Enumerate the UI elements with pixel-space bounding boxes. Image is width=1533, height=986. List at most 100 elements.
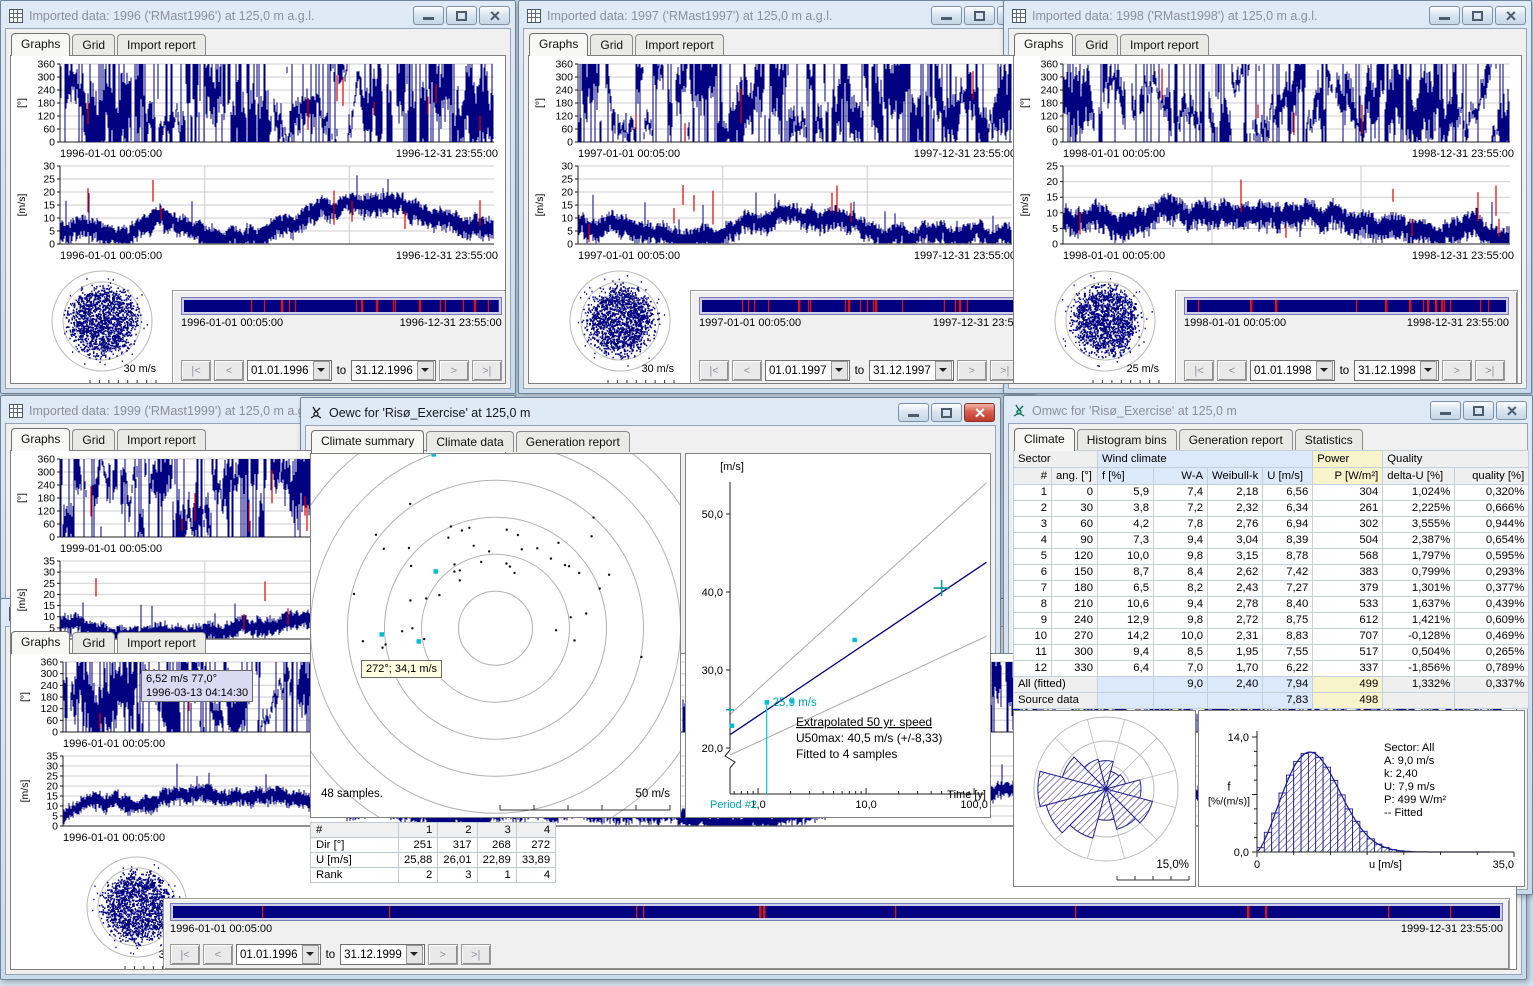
col-u[interactable]: U [m/s]: [1263, 468, 1313, 485]
timeline-bar[interactable]: [184, 300, 499, 312]
sector-row[interactable]: 821010,69,42,788,405331,637%0,439%: [1014, 597, 1529, 613]
table-cell[interactable]: 1: [477, 868, 516, 883]
table-cell[interactable]: 12: [1014, 661, 1052, 677]
first-button[interactable]: |<: [1184, 360, 1214, 381]
sector-row[interactable]: 113009,48,51,957,555170,504%0,265%: [1014, 645, 1529, 661]
table-cell[interactable]: 0: [1052, 485, 1098, 501]
dropdown-arrow-icon[interactable]: [406, 945, 423, 964]
maximize-button[interactable]: [1462, 6, 1493, 25]
table-cell[interactable]: 9,4: [1154, 597, 1208, 613]
tab-grid[interactable]: Grid: [590, 34, 633, 55]
table-cell[interactable]: 0,377%: [1455, 581, 1529, 597]
window-titlebar[interactable]: Imported data: 1996 ('RMast1996') at 125…: [5, 4, 511, 27]
table-cell[interactable]: 504: [1313, 533, 1383, 549]
table-cell[interactable]: 707: [1313, 629, 1383, 645]
tab-generation-report[interactable]: Generation report: [516, 431, 630, 452]
col-weibull-a[interactable]: W-A: [1154, 468, 1208, 485]
window-titlebar[interactable]: Omwc for 'Risø_Exercise' at 125,0 m: [1008, 399, 1528, 422]
last-button[interactable]: >|: [461, 944, 491, 965]
table-cell[interactable]: 22,89: [477, 853, 516, 868]
sector-row[interactable]: 512010,09,83,158,785681,797%0,595%: [1014, 549, 1529, 565]
table-cell[interactable]: 568: [1313, 549, 1383, 565]
table-cell[interactable]: 7,55: [1263, 645, 1313, 661]
table-cell[interactable]: 0,609%: [1455, 613, 1529, 629]
table-cell[interactable]: 330: [1052, 661, 1098, 677]
prev-button[interactable]: <: [1217, 360, 1247, 381]
table-cell[interactable]: 5,9: [1098, 485, 1154, 501]
sector-row[interactable]: 924012,99,82,728,756121,421%0,609%: [1014, 613, 1529, 629]
table-cell[interactable]: 8: [1014, 597, 1052, 613]
tab-climate[interactable]: Climate: [1014, 428, 1075, 451]
prev-button[interactable]: <: [203, 944, 233, 965]
last-button[interactable]: >|: [472, 360, 502, 381]
window-titlebar[interactable]: Imported data: 1998 ('RMast1998') at 125…: [1008, 4, 1527, 27]
tab-import-report[interactable]: Import report: [635, 34, 724, 55]
tab-grid[interactable]: Grid: [72, 429, 115, 450]
table-cell[interactable]: 6,5: [1098, 581, 1154, 597]
next-button[interactable]: >: [428, 944, 458, 965]
col-f[interactable]: f [%]: [1098, 468, 1154, 485]
first-button[interactable]: |<: [170, 944, 200, 965]
tab-graphs[interactable]: Graphs: [11, 33, 70, 56]
table-cell[interactable]: 10: [1014, 629, 1052, 645]
table-cell[interactable]: [1208, 693, 1263, 709]
timeline-bar[interactable]: [173, 906, 1500, 918]
table-cell[interactable]: 2,18: [1208, 485, 1263, 501]
table-cell[interactable]: 8,7: [1098, 565, 1154, 581]
table-cell[interactable]: 3,04: [1208, 533, 1263, 549]
tab-graphs[interactable]: Graphs: [1014, 33, 1073, 56]
window-titlebar[interactable]: Imported data: 1997 ('RMast1997') at 125…: [523, 4, 1029, 27]
table-cell[interactable]: 2,78: [1208, 597, 1263, 613]
dropdown-arrow-icon[interactable]: [1316, 361, 1333, 380]
table-cell[interactable]: 3,8: [1098, 501, 1154, 517]
table-cell[interactable]: 26,01: [438, 853, 477, 868]
table-cell[interactable]: Rank: [311, 868, 399, 883]
table-cell[interactable]: 302: [1313, 517, 1383, 533]
sector-row[interactable]: 61508,78,42,627,423830,799%0,293%: [1014, 565, 1529, 581]
table-cell[interactable]: 7,27: [1263, 581, 1313, 597]
table-cell[interactable]: 90: [1052, 533, 1098, 549]
table-cell[interactable]: 3: [1014, 517, 1052, 533]
table-cell[interactable]: 0,666%: [1455, 501, 1529, 517]
sector-row[interactable]: 4907,39,43,048,395042,387%0,654%: [1014, 533, 1529, 549]
tab-graphs[interactable]: Graphs: [11, 428, 70, 451]
table-cell[interactable]: 6,56: [1263, 485, 1313, 501]
table-cell[interactable]: 1,421%: [1383, 613, 1455, 629]
table-cell[interactable]: 261: [1313, 501, 1383, 517]
table-cell[interactable]: 10,0: [1098, 549, 1154, 565]
maximize-button[interactable]: [964, 6, 995, 25]
table-cell[interactable]: 33,89: [516, 853, 555, 868]
tab-generation-report[interactable]: Generation report: [1179, 429, 1293, 450]
table-cell[interactable]: 1,301%: [1383, 581, 1455, 597]
table-cell[interactable]: 4: [516, 868, 555, 883]
table-cell[interactable]: U [m/s]: [311, 853, 399, 868]
table-cell[interactable]: 30: [1052, 501, 1098, 517]
dropdown-arrow-icon[interactable]: [417, 361, 434, 380]
table-cell[interactable]: 272: [516, 838, 555, 853]
table-cell[interactable]: 9: [1014, 613, 1052, 629]
table-cell[interactable]: 2,43: [1208, 581, 1263, 597]
table-cell[interactable]: 0,469%: [1455, 629, 1529, 645]
timeline-track[interactable]: [1184, 297, 1509, 315]
from-date-select[interactable]: 01.01.1997: [765, 360, 850, 381]
tab-import-report[interactable]: Import report: [117, 632, 206, 653]
table-cell[interactable]: 7,0: [1154, 661, 1208, 677]
to-date-select[interactable]: 31.12.1998: [1354, 360, 1439, 381]
timeline-bar[interactable]: [702, 300, 1017, 312]
from-date-select[interactable]: 01.01.1996: [236, 944, 321, 965]
table-cell[interactable]: 10,0: [1154, 629, 1208, 645]
to-date-select[interactable]: 31.12.1999: [340, 944, 425, 965]
table-cell[interactable]: 2,62: [1208, 565, 1263, 581]
table-cell[interactable]: 1,332%: [1383, 677, 1455, 693]
table-cell[interactable]: 1: [1014, 485, 1052, 501]
timeline-bar[interactable]: [1187, 300, 1506, 312]
timeline-track[interactable]: [699, 297, 1020, 315]
table-cell[interactable]: 0,439%: [1455, 597, 1529, 613]
table-cell[interactable]: 304: [1313, 485, 1383, 501]
minimize-button[interactable]: [413, 6, 444, 25]
table-cell[interactable]: 6: [1014, 565, 1052, 581]
table-cell[interactable]: 7,94: [1263, 677, 1313, 693]
to-date-select[interactable]: 31.12.1997: [869, 360, 954, 381]
col-p[interactable]: P [W/m²]: [1313, 468, 1383, 485]
col-sector-num[interactable]: #: [1014, 468, 1052, 485]
